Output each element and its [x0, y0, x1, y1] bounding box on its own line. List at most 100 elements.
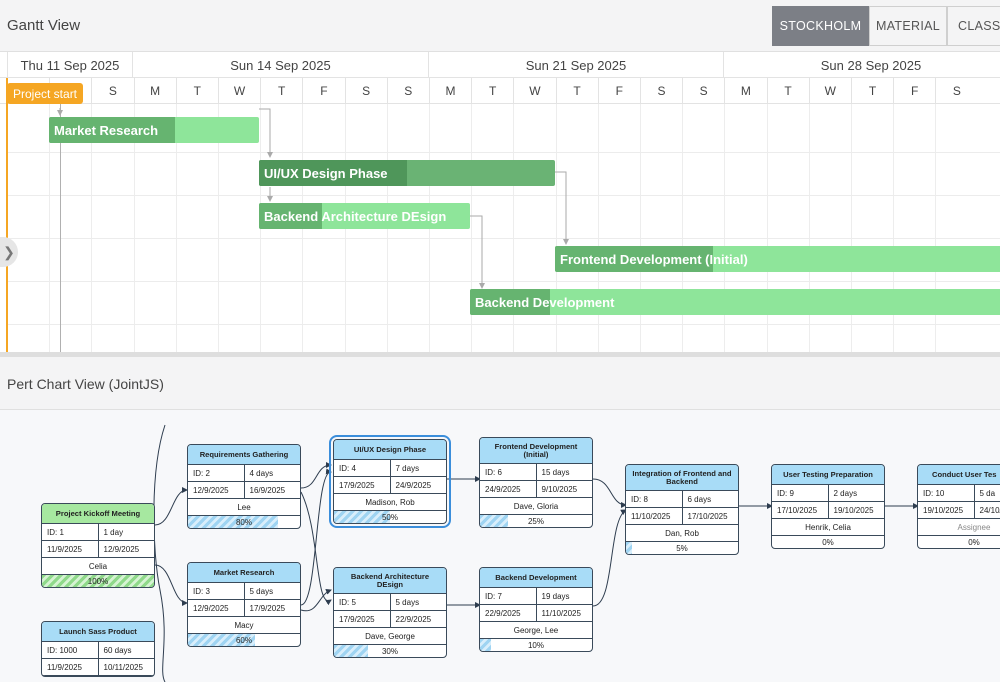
card-resources: George, Lee [480, 622, 592, 639]
gantt-chart: Thu 11 Sep 2025 Sun 14 Sep 2025 Sun 21 S… [0, 52, 1000, 352]
card-end: 24/10/ [973, 502, 1000, 518]
pert-card-market-research[interactable]: Market Research ID: 3 5 days 12/9/2025 17/… [187, 562, 301, 647]
card-resources: Dave, Gloria [480, 498, 592, 515]
card-progress: 0% [968, 537, 980, 547]
card-start: 24/9/2025 [485, 484, 521, 494]
card-end: 24/9/2025 [389, 477, 447, 493]
pert-card-uiux-design[interactable]: UI/UX Design Phase ID: 4 7 days 17/9/2025… [329, 435, 451, 528]
card-duration: 6 days [681, 491, 739, 507]
card-end: 22/9/2025 [389, 611, 447, 627]
card-title: Market Research [188, 563, 300, 583]
task-label: Frontend Development (Initial) [560, 251, 748, 267]
card-start: 11/9/2025 [47, 544, 82, 554]
card-end: 9/10/2025 [535, 481, 593, 497]
card-end: 10/11/2025 [97, 659, 155, 675]
pert-toolbar: Pert Chart View (JointJS) [0, 357, 1000, 410]
card-start: 12/9/2025 [193, 485, 229, 495]
pert-chart: Project Kickoff Meeting ID: 1 1 day 11/9/… [0, 410, 1000, 682]
card-start: 22/9/2025 [485, 608, 521, 618]
card-end: 16/9/2025 [243, 482, 301, 498]
card-id: ID: 3 [193, 586, 210, 596]
card-title: Project Kickoff Meeting [42, 504, 154, 524]
card-end: 11/10/2025 [535, 605, 593, 621]
card-end: 17/9/2025 [243, 600, 301, 616]
card-duration: 7 days [389, 460, 447, 476]
card-id: ID: 4 [339, 463, 356, 473]
card-duration: 5 da [973, 485, 1000, 501]
card-start: 12/9/2025 [193, 603, 229, 613]
card-resources: Celia [42, 558, 154, 575]
gantt-task-uiux-design[interactable]: UI/UX Design Phase [259, 160, 555, 186]
card-resources: Henrik, Celia [772, 519, 884, 536]
card-end: 12/9/2025 [97, 541, 155, 557]
pert-card-backend-development[interactable]: Backend Development ID: 7 19 days 22/9/20… [479, 567, 593, 652]
card-id: ID: 6 [485, 467, 502, 477]
card-progress: 50% [334, 511, 446, 523]
card-title: User Testing Preparation [772, 465, 884, 485]
card-start: 11/10/2025 [631, 511, 671, 521]
gantt-title: Gantt View [7, 17, 81, 34]
card-title: UI/UX Design Phase [334, 440, 446, 460]
card-progress: 0% [822, 537, 834, 547]
card-title: Conduct User Tes [918, 465, 1000, 485]
card-progress: 25% [480, 515, 592, 527]
card-end: 19/10/2025 [827, 502, 885, 518]
card-start: 17/10/2025 [777, 505, 818, 515]
pert-card-backend-architecture[interactable]: Backend Architecture DEsign ID: 55 days … [333, 567, 447, 658]
card-end: 17/10/2025 [681, 508, 739, 524]
card-id: ID: 2 [193, 468, 210, 478]
theme-button-material[interactable]: MATERIAL [869, 6, 947, 46]
card-duration: 15 days [535, 464, 593, 480]
card-duration: 2 days [827, 485, 885, 501]
card-id: ID: 8 [631, 494, 648, 504]
pert-card-launch-sass-product[interactable]: Launch Sass Product ID: 1000 60 days 11/9… [41, 621, 155, 677]
pert-title: Pert Chart View (JointJS) [7, 376, 164, 392]
theme-button-stockholm[interactable]: STOCKHOLM [772, 6, 869, 46]
gantt-toolbar: Gantt View STOCKHOLM MATERIAL CLASSIC [0, 0, 1000, 52]
pert-card-user-testing-preparation[interactable]: User Testing Preparation ID: 9 2 days 17/… [771, 464, 885, 549]
card-start: 17/9/2025 [339, 480, 375, 490]
card-resources: Macy [188, 617, 300, 634]
card-resources: Assignee [918, 519, 1000, 536]
card-progress: 60% [188, 634, 300, 646]
card-progress: 80% [188, 516, 300, 528]
pert-card-frontend-development[interactable]: Frontend Development (Initial) ID: 6 15 d… [479, 437, 593, 528]
task-label: Market Research [54, 122, 159, 138]
card-duration: 5 days [243, 583, 301, 599]
card-start: 11/9/2025 [47, 662, 82, 672]
card-start: 19/10/2025 [923, 505, 964, 515]
card-duration: 60 days [97, 642, 155, 658]
card-progress: 5% [626, 542, 738, 554]
gantt-task-frontend-development[interactable]: Frontend Development (Initial) [555, 246, 1000, 272]
card-resources: Dave, George [334, 628, 446, 645]
card-resources: Lee [188, 499, 300, 516]
card-progress: 100% [42, 575, 154, 587]
card-id: ID: 1 [47, 527, 64, 537]
task-label: Backend Architecture DEsign [264, 208, 447, 224]
gantt-task-backend-architecture[interactable]: Backend Architecture DEsign [259, 203, 470, 229]
card-title: Backend Architecture DEsign [334, 568, 446, 594]
card-id: ID: 5 [339, 597, 356, 607]
task-label: UI/UX Design Phase [264, 165, 388, 181]
theme-button-classic[interactable]: CLASSIC [947, 6, 1000, 46]
card-id: ID: 1000 [47, 645, 78, 655]
card-title: Requirements Gathering [188, 445, 300, 465]
card-resources: Madison, Rob [334, 494, 446, 511]
card-progress: 30% [334, 645, 446, 657]
card-title: Backend Development [480, 568, 592, 588]
card-start: 17/9/2025 [339, 614, 375, 624]
card-progress: 10% [480, 639, 592, 651]
gantt-task-backend-development[interactable]: Backend Development [470, 289, 1000, 315]
card-resources: Dan, Rob [626, 525, 738, 542]
card-duration: 4 days [243, 465, 301, 481]
pert-card-requirements[interactable]: Requirements Gathering ID: 2 4 days 12/9/… [187, 444, 301, 529]
pert-card-kickoff[interactable]: Project Kickoff Meeting ID: 1 1 day 11/9/… [41, 503, 155, 588]
card-title: Launch Sass Product [42, 622, 154, 642]
card-duration: 19 days [535, 588, 593, 604]
pert-card-integration[interactable]: Integration of Frontend and Backend ID: … [625, 464, 739, 555]
pert-card-conduct-user-testing[interactable]: Conduct User Tes ID: 10 5 da 19/10/2025 24… [917, 464, 1000, 549]
card-duration: 1 day [97, 524, 155, 540]
gantt-task-market-research[interactable]: Market Research [49, 117, 259, 143]
task-label: Backend Development [475, 294, 615, 310]
card-title: Frontend Development (Initial) [480, 438, 592, 464]
